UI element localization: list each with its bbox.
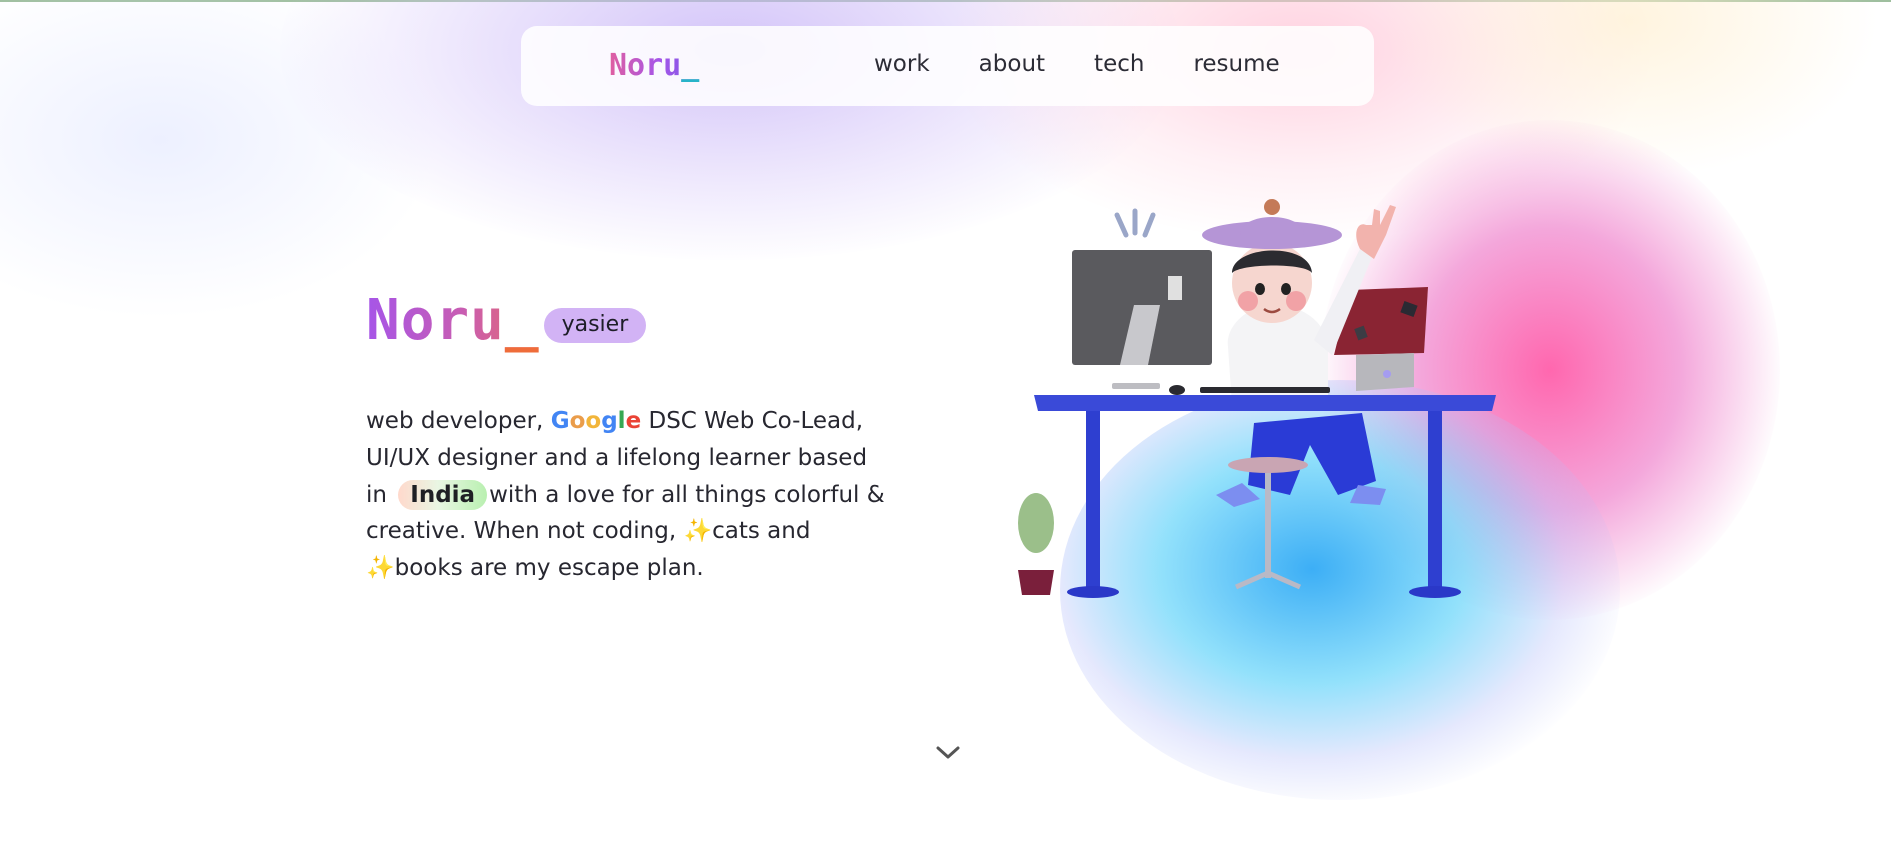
google-letter: e xyxy=(625,408,642,434)
sparkle-icon: ✨ xyxy=(366,555,395,582)
chevron-down-icon[interactable] xyxy=(933,738,963,768)
bio-part-1: web developer, xyxy=(366,408,551,434)
bio-part-4: cats and xyxy=(712,518,811,545)
google-letter: o xyxy=(585,408,602,434)
nav-link-about[interactable]: about xyxy=(979,51,1045,77)
gradient-background xyxy=(0,0,1891,849)
hero-name-chip: yasier xyxy=(543,308,647,343)
nav-link-work[interactable]: work xyxy=(874,51,930,77)
google-wordmark: Google xyxy=(551,408,641,434)
nav-link-resume[interactable]: resume xyxy=(1193,51,1279,77)
hero-title: Noru_ yasier xyxy=(366,288,647,353)
nav-link-tech[interactable]: tech xyxy=(1094,51,1144,77)
monitor xyxy=(1072,250,1212,389)
navbar: Noru_ work about tech resume xyxy=(521,26,1374,106)
google-letter: G xyxy=(550,408,570,434)
bio-part-5: books are my escape plan. xyxy=(394,555,704,582)
potted-plant xyxy=(1018,493,1054,595)
hero-name-text: Noru xyxy=(366,288,505,353)
google-letter: l xyxy=(617,408,626,434)
google-letter: o xyxy=(569,408,586,434)
developer-at-desk-illustration xyxy=(1018,199,1496,598)
hero-bio: web developer, Google DSC Web Co-Lead, U… xyxy=(366,403,886,587)
nav-logo[interactable]: Noru_ xyxy=(609,48,699,83)
google-letter: g xyxy=(601,408,618,434)
country-badge: India xyxy=(398,479,488,510)
exclamation-lines xyxy=(1114,208,1156,238)
hero-name-cursor: _ xyxy=(504,288,540,353)
hero-name: Noru_ xyxy=(366,288,540,353)
sparkle-icon: ✨ xyxy=(683,518,713,545)
nav-logo-cursor: _ xyxy=(681,48,700,83)
nav-links: work about tech resume xyxy=(874,51,1329,77)
nav-logo-text: Noru xyxy=(609,48,682,83)
